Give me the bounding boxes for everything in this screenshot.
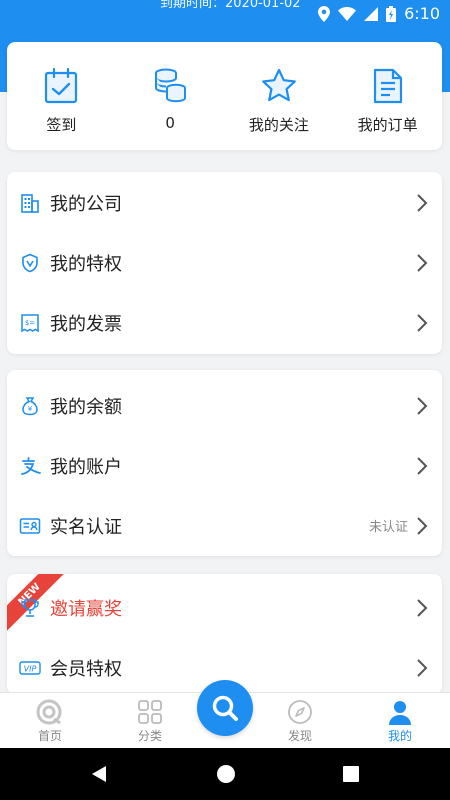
- chevron-right-icon: [417, 457, 428, 475]
- verification-status: 未认证: [368, 520, 408, 535]
- chevron-right-icon: [417, 194, 428, 212]
- quick-action-label: 我的订单: [357, 116, 418, 134]
- order-document-icon: [373, 68, 402, 104]
- money-bag-icon: ¥: [22, 397, 38, 416]
- menu-item-account[interactable]: 我的账户: [7, 436, 442, 496]
- calendar-check-icon: [45, 68, 78, 104]
- tab-label: 分类: [137, 729, 162, 743]
- menu-item-label: 我的余额: [50, 397, 122, 418]
- menu-item-invoice[interactable]: $= 我的发票: [7, 293, 442, 353]
- user-icon: [389, 701, 411, 725]
- menu-item-balance[interactable]: ¥ 我的余额: [7, 376, 442, 436]
- tab-label: 首页: [37, 729, 62, 743]
- quick-action-follows[interactable]: 我的关注: [225, 42, 334, 150]
- menu-item-label: 我的公司: [50, 194, 122, 215]
- chevron-right-icon: [417, 314, 428, 332]
- signal-icon: [364, 6, 379, 21]
- alipay-icon: [21, 457, 41, 475]
- svg-text:$=: $=: [25, 319, 35, 327]
- menu-card-finance: ¥ 我的余额 我的账户 实名认证 未认证: [7, 370, 442, 556]
- menu-item-real-name-verification[interactable]: 实名认证 未认证: [7, 496, 442, 556]
- menu-item-label: 邀请赢奖: [50, 599, 122, 620]
- trophy-icon: [21, 599, 39, 617]
- id-card-icon: [19, 518, 41, 534]
- quick-action-label: 签到: [46, 116, 77, 134]
- chevron-right-icon: [417, 517, 428, 535]
- quick-action-checkin[interactable]: 签到: [7, 42, 116, 150]
- status-bar: 到期时间：2020-01-02 6:10: [0, 0, 450, 28]
- svg-text:¥: ¥: [28, 405, 33, 413]
- search-icon: [212, 695, 238, 721]
- menu-item-label: 实名认证: [50, 517, 122, 538]
- building-icon: [21, 194, 39, 213]
- chevron-right-icon: [417, 397, 428, 415]
- tab-category[interactable]: 分类: [105, 693, 195, 749]
- menu-item-invite-rewards[interactable]: 邀请赢奖: [7, 578, 442, 638]
- quick-action-label: 我的关注: [248, 116, 309, 134]
- menu-card-rewards: NEW 邀请赢奖 VIP 会员特权: [7, 574, 442, 694]
- expire-date-text: 到期时间：2020-01-02: [160, 0, 301, 11]
- quick-action-coins[interactable]: 0: [116, 42, 225, 150]
- recents-icon[interactable]: [342, 764, 360, 784]
- battery-icon: [386, 5, 397, 22]
- category-grid-icon: [138, 700, 162, 724]
- compass-icon: [288, 700, 312, 724]
- menu-item-label: 会员特权: [50, 659, 122, 680]
- coins-icon: [155, 68, 187, 103]
- chevron-right-icon: [417, 599, 428, 617]
- home-icon: [36, 699, 62, 725]
- invoice-icon: $=: [21, 314, 39, 333]
- shield-v-icon: [22, 253, 38, 273]
- menu-item-label: 我的特权: [50, 254, 122, 275]
- tab-label: 发现: [287, 729, 312, 743]
- clock-time: 6:10: [404, 4, 440, 23]
- menu-item-company[interactable]: 我的公司: [7, 173, 442, 233]
- chevron-right-icon: [417, 659, 428, 677]
- star-icon: [261, 68, 296, 102]
- home-circle-icon[interactable]: [216, 764, 236, 784]
- location-icon: [318, 5, 331, 22]
- back-icon[interactable]: [90, 764, 108, 784]
- wifi-icon: [338, 6, 357, 21]
- menu-item-label: 我的账户: [50, 457, 122, 478]
- vip-icon: VIP: [19, 661, 41, 675]
- tab-home[interactable]: 首页: [5, 693, 95, 749]
- tab-discover[interactable]: 发现: [255, 693, 345, 749]
- tab-label: 我的: [387, 729, 412, 743]
- svg-text:VIP: VIP: [24, 665, 37, 674]
- system-navigation-bar: [0, 748, 450, 800]
- menu-item-privileges[interactable]: 我的特权: [7, 233, 442, 293]
- tab-mine[interactable]: 我的: [355, 693, 445, 749]
- search-button[interactable]: [197, 680, 253, 736]
- menu-item-label: 我的发票: [50, 314, 122, 335]
- quick-action-orders[interactable]: 我的订单: [333, 42, 442, 150]
- coin-count: 0: [165, 114, 175, 132]
- chevron-right-icon: [417, 254, 428, 272]
- menu-card-company: 我的公司 我的特权 $= 我的发票: [7, 172, 442, 354]
- quick-actions-card: 签到 0 我的关注 我的订单: [7, 42, 442, 150]
